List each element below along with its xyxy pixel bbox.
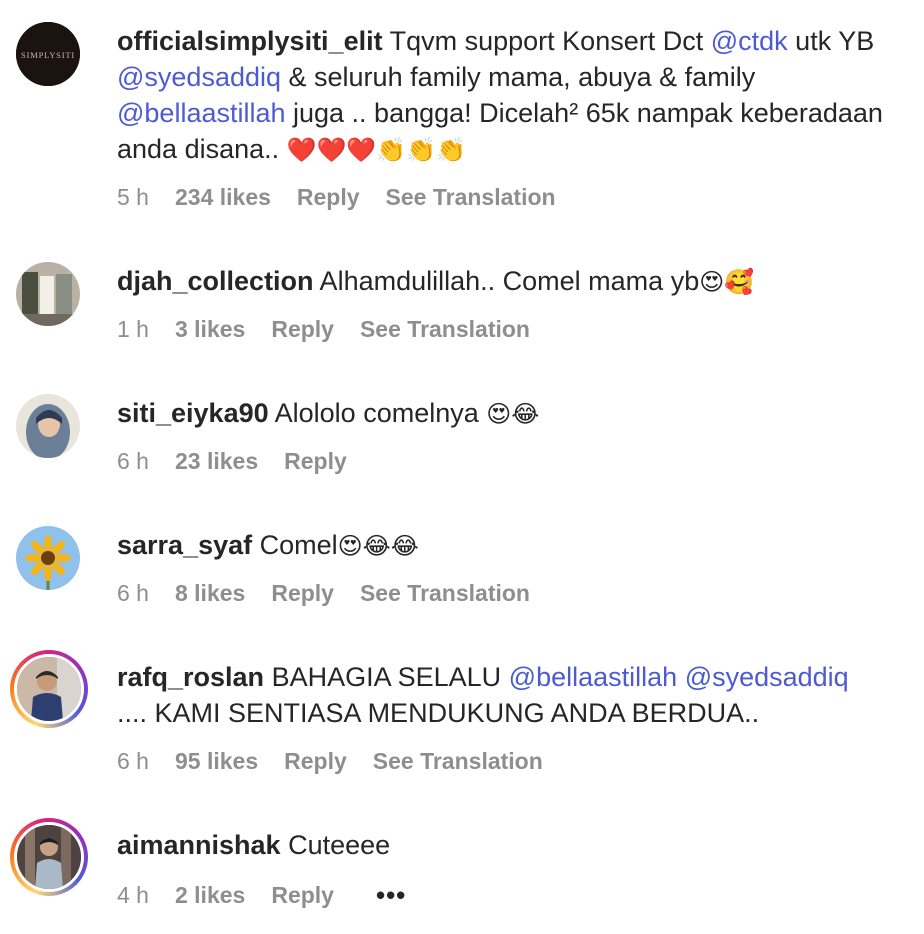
comment-text-segment: Comel (252, 530, 338, 560)
see-translation-button[interactable]: See Translation (386, 184, 556, 211)
see-translation-button[interactable]: See Translation (360, 316, 530, 343)
timestamp[interactable]: 6 h (117, 580, 149, 607)
likes-count[interactable]: 95 likes (175, 748, 258, 775)
reply-button[interactable]: Reply (297, 184, 360, 211)
avatar[interactable] (16, 262, 80, 326)
comment-text: rafq_roslan BAHAGIA SELALU @bellaastilla… (117, 659, 884, 731)
avatar (14, 654, 84, 724)
likes-count[interactable]: 234 likes (175, 184, 271, 211)
reply-button[interactable]: Reply (284, 448, 347, 475)
comment-text: officialsimplysiti_elit Tqvm support Kon… (117, 23, 884, 168)
comment-text-segment: & seluruh family mama, abuya & family (281, 62, 756, 92)
username-link[interactable]: rafq_roslan (117, 662, 264, 692)
likes-count[interactable]: 3 likes (175, 316, 245, 343)
avatar-image (16, 262, 80, 326)
avatar-image (16, 394, 80, 458)
emoji-group: 😍😂 (486, 400, 540, 428)
story-ring-avatar[interactable] (10, 650, 88, 728)
comment-text-segment: BAHAGIA SELALU (264, 662, 509, 692)
comment-text-segment: .... KAMI SENTIASA MENDUKUNG ANDA BERDUA… (117, 698, 760, 728)
avatar[interactable] (16, 394, 80, 458)
comment-meta: 4 h 2 likes Reply ••• (117, 880, 432, 911)
avatar (14, 822, 84, 892)
story-ring-avatar[interactable] (10, 818, 88, 896)
emoji-group: ❤️❤️❤️👏👏👏 (286, 136, 466, 164)
comment-text-segment: Alhamdulillah.. Comel mama yb (313, 266, 700, 296)
avatar-image (17, 825, 81, 889)
timestamp[interactable]: 1 h (117, 316, 149, 343)
username-link[interactable]: siti_eiyka90 (117, 398, 269, 428)
reply-button[interactable]: Reply (271, 316, 334, 343)
likes-count[interactable]: 23 likes (175, 448, 258, 475)
timestamp[interactable]: 6 h (117, 748, 149, 775)
avatar[interactable]: SIMPLYSITI (16, 22, 80, 86)
reply-button[interactable]: Reply (271, 580, 334, 607)
timestamp[interactable]: 6 h (117, 448, 149, 475)
comment-meta: 6 h 23 likes Reply (117, 448, 373, 475)
comment-text-segment: Alololo comelnya (268, 398, 487, 428)
username-link[interactable]: aimannishak (117, 830, 281, 860)
emoji-group: 😍🥰 (699, 268, 755, 296)
mention-link[interactable]: @bellaastillah (509, 662, 678, 692)
see-translation-button[interactable]: See Translation (373, 748, 543, 775)
mention-link[interactable]: @bellaastillah (117, 98, 286, 128)
timestamp[interactable]: 5 h (117, 184, 149, 211)
username-link[interactable]: officialsimplysiti_elit (117, 26, 383, 56)
avatar-image (16, 526, 80, 590)
mention-link[interactable]: @ctdk (711, 26, 788, 56)
comment-text: sarra_syaf Comel😍😂😂 (117, 527, 884, 564)
comment-text: aimannishak Cuteeee (117, 827, 884, 863)
comment-text: djah_collection Alhamdulillah.. Comel ma… (117, 263, 884, 300)
comment-meta: 5 h 234 likes Reply See Translation (117, 184, 582, 211)
username-link[interactable]: djah_collection (117, 266, 314, 296)
svg-text:SIMPLYSITI: SIMPLYSITI (21, 50, 75, 60)
see-translation-button[interactable]: See Translation (360, 580, 530, 607)
likes-count[interactable]: 8 likes (175, 580, 245, 607)
timestamp[interactable]: 4 h (117, 882, 149, 909)
mention-link[interactable]: @syedsaddiq (685, 662, 849, 692)
more-options-icon[interactable]: ••• (376, 880, 406, 911)
avatar-image: SIMPLYSITI (16, 22, 80, 86)
username-link[interactable]: sarra_syaf (117, 530, 252, 560)
comment-meta: 6 h 95 likes Reply See Translation (117, 748, 569, 775)
emoji-group: 😍😂😂 (337, 532, 419, 560)
mention-link[interactable]: @syedsaddiq (117, 62, 281, 92)
reply-button[interactable]: Reply (284, 748, 347, 775)
comment-text: siti_eiyka90 Alololo comelnya 😍😂 (117, 395, 884, 432)
avatar-image (17, 657, 81, 721)
likes-count[interactable]: 2 likes (175, 882, 245, 909)
comment-text-segment: utk YB (787, 26, 875, 56)
comment-text-segment: Cuteeee (280, 830, 391, 860)
reply-button[interactable]: Reply (271, 882, 334, 909)
comment-meta: 6 h 8 likes Reply See Translation (117, 580, 556, 607)
comment-meta: 1 h 3 likes Reply See Translation (117, 316, 556, 343)
comment-text-segment: Tqvm support Konsert Dct (382, 26, 711, 56)
avatar[interactable] (16, 526, 80, 590)
